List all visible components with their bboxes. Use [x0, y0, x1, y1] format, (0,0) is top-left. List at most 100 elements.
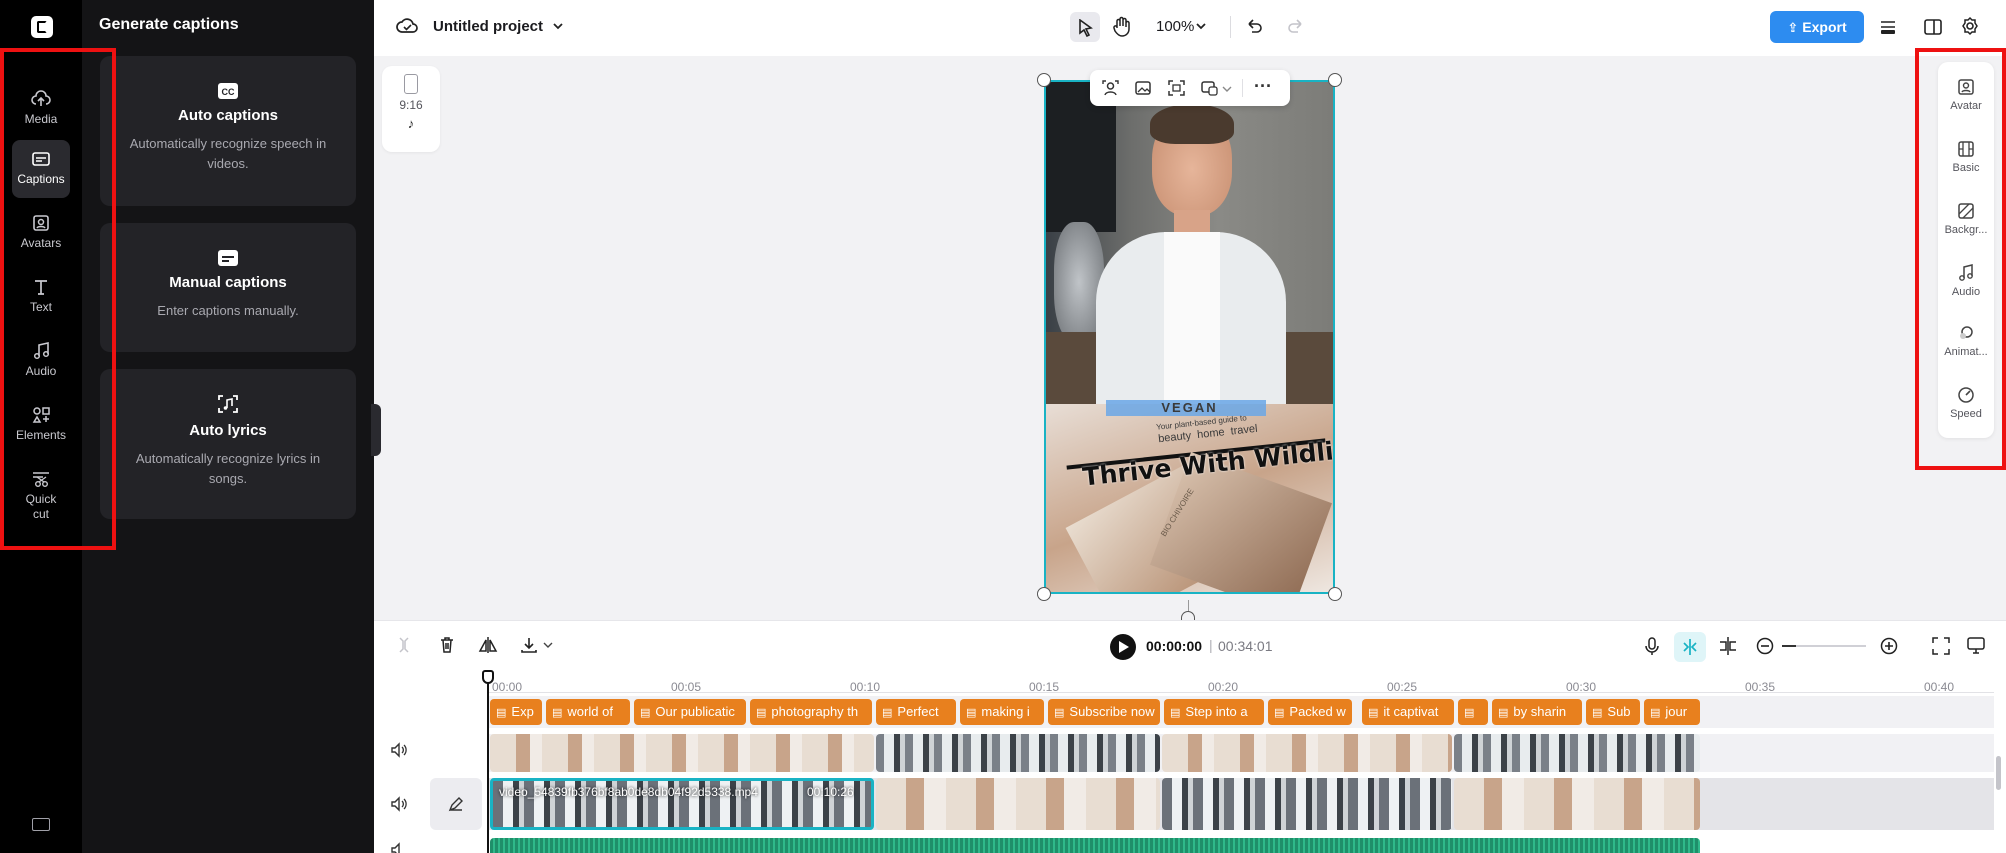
playhead[interactable] — [487, 670, 489, 853]
zoom-out-icon[interactable] — [1756, 637, 1774, 655]
caption-clip[interactable]: Sub — [1586, 699, 1640, 725]
cloud-sync-icon[interactable] — [396, 16, 418, 36]
nav-item-audio[interactable]: Audio — [12, 332, 70, 390]
video-clip[interactable] — [876, 734, 1160, 772]
project-name[interactable]: Untitled project — [433, 18, 543, 35]
resize-handle[interactable] — [1037, 587, 1051, 601]
caption-clip[interactable]: world of — [546, 699, 630, 725]
chevron-down-icon[interactable] — [543, 641, 553, 649]
resize-handle[interactable] — [1328, 73, 1342, 87]
video-clip[interactable] — [1162, 734, 1452, 772]
panel-collapse-handle[interactable] — [371, 404, 381, 456]
right-item-label: Speed — [1950, 408, 1982, 420]
caption-clip[interactable]: jour — [1644, 699, 1700, 725]
right-property-panel: Avatar Basic Backgr... Audio Animat... S… — [1938, 62, 1994, 438]
caption-clip[interactable]: Perfect — [876, 699, 956, 725]
selected-video-clip[interactable]: video_54839fb376bf8ab0de8db04f92d5338.mp… — [490, 778, 874, 830]
playhead-handle[interactable] — [482, 670, 494, 684]
chevron-down-icon[interactable] — [1222, 85, 1232, 93]
more-options-icon[interactable]: ··· — [1254, 76, 1272, 97]
svg-text:CC: CC — [222, 87, 235, 97]
split-icon[interactable] — [396, 636, 412, 654]
auto-captions-card[interactable]: CC Auto captions Automatically recognize… — [100, 56, 356, 206]
avatar-icon — [1958, 79, 1974, 95]
video-preview[interactable]: VEGAN Your plant-based guide to beauty h… — [1044, 80, 1335, 594]
cover-edit-button[interactable] — [430, 778, 482, 830]
magazine-vegan-text: VEGAN — [1161, 400, 1218, 415]
right-item-avatar[interactable]: Avatar — [1938, 78, 1994, 112]
right-item-basic[interactable]: Basic — [1938, 140, 1994, 174]
volume-icon[interactable] — [390, 742, 408, 758]
undo-icon[interactable] — [1245, 17, 1263, 35]
app-logo[interactable] — [31, 16, 53, 38]
caption-clip[interactable]: photography th — [750, 699, 872, 725]
nav-item-elements[interactable]: Elements — [12, 396, 70, 454]
display-settings-icon[interactable] — [1966, 636, 1986, 656]
right-item-label: Basic — [1952, 162, 1980, 174]
nav-item-media[interactable]: Media — [12, 80, 70, 138]
caption-clip[interactable]: it captivat — [1362, 699, 1454, 725]
caption-clip[interactable]: Packed w — [1268, 699, 1352, 725]
video-clip[interactable] — [490, 734, 874, 772]
settings-icon[interactable] — [1960, 16, 1980, 36]
right-item-animation[interactable]: Animat... — [1938, 324, 1994, 358]
delete-icon[interactable] — [438, 636, 456, 654]
layers-icon[interactable] — [1878, 17, 1898, 37]
zoom-in-icon[interactable] — [1880, 637, 1898, 655]
timeline-scrollbar[interactable] — [1996, 756, 2001, 790]
layout-panel-icon[interactable] — [1923, 17, 1943, 37]
redo-icon[interactable] — [1287, 17, 1305, 35]
replace-media-icon[interactable] — [1201, 80, 1218, 96]
select-tool-button[interactable] — [1070, 12, 1100, 42]
flip-icon[interactable] — [478, 636, 498, 654]
caption-clip[interactable]: by sharin — [1492, 699, 1582, 725]
caption-clip[interactable] — [1458, 699, 1488, 725]
crop-frame-icon[interactable] — [1168, 80, 1185, 96]
manual-captions-card[interactable]: Manual captions Enter captions manually. — [100, 223, 356, 352]
caption-clip[interactable]: making i — [960, 699, 1044, 725]
play-button[interactable] — [1110, 634, 1136, 660]
nav-label: Quick cut — [25, 492, 57, 521]
divider — [1230, 16, 1231, 38]
nav-item-text[interactable]: Text — [12, 268, 70, 326]
right-item-speed[interactable]: Speed — [1938, 386, 1994, 420]
volume-icon[interactable] — [390, 796, 408, 812]
link-split-icon[interactable] — [1718, 636, 1738, 656]
nav-item-avatars[interactable]: Avatars — [12, 204, 70, 262]
microphone-icon[interactable] — [1644, 636, 1660, 656]
resize-handle[interactable] — [1037, 73, 1051, 87]
avatar-frame-icon[interactable] — [1102, 80, 1119, 96]
panel-title: Generate captions — [99, 16, 239, 33]
nav-item-quick-cut[interactable]: Quick cut — [12, 460, 70, 532]
video-clip[interactable] — [1454, 734, 1700, 772]
video-clip[interactable] — [876, 778, 1160, 830]
add-image-icon[interactable] — [1135, 80, 1152, 96]
caption-clip[interactable]: Exp — [490, 699, 542, 725]
left-nav-bar: Media Captions Avatars Text Audio Elemen… — [0, 0, 82, 853]
volume-icon[interactable] — [390, 842, 408, 853]
nav-item-captions[interactable]: Captions — [12, 140, 70, 198]
zoom-level[interactable]: 100% — [1156, 18, 1194, 35]
resize-handle[interactable] — [1328, 587, 1342, 601]
chevron-down-icon[interactable] — [552, 21, 564, 31]
fit-timeline-icon[interactable] — [1932, 637, 1950, 655]
ratio-label: 9:16 — [399, 98, 423, 112]
aspect-ratio-selector[interactable]: 9:16 ♪ — [382, 66, 440, 152]
chevron-down-icon[interactable] — [1195, 21, 1207, 31]
auto-lyrics-card[interactable]: Auto lyrics Automatically recognize lyri… — [100, 369, 356, 519]
right-item-background[interactable]: Backgr... — [1938, 202, 1994, 236]
caption-clip[interactable]: Step into a — [1164, 699, 1264, 725]
magnet-snap-button[interactable] — [1674, 632, 1706, 662]
right-item-audio[interactable]: Audio — [1938, 264, 1994, 298]
video-clip[interactable] — [1454, 778, 1700, 830]
download-icon[interactable] — [520, 636, 538, 654]
caption-clip[interactable]: Our publicatic — [634, 699, 746, 725]
keyboard-icon[interactable] — [32, 818, 50, 831]
video-clip[interactable] — [1162, 778, 1452, 830]
export-button[interactable]: ⇪ Export — [1770, 11, 1864, 43]
hand-tool-icon[interactable] — [1112, 16, 1132, 38]
card-description: Automatically recognize speech in videos… — [129, 136, 327, 171]
time-separator: | — [1209, 637, 1213, 653]
audio-clip[interactable] — [490, 838, 1700, 853]
caption-clip[interactable]: Subscribe now — [1048, 699, 1160, 725]
